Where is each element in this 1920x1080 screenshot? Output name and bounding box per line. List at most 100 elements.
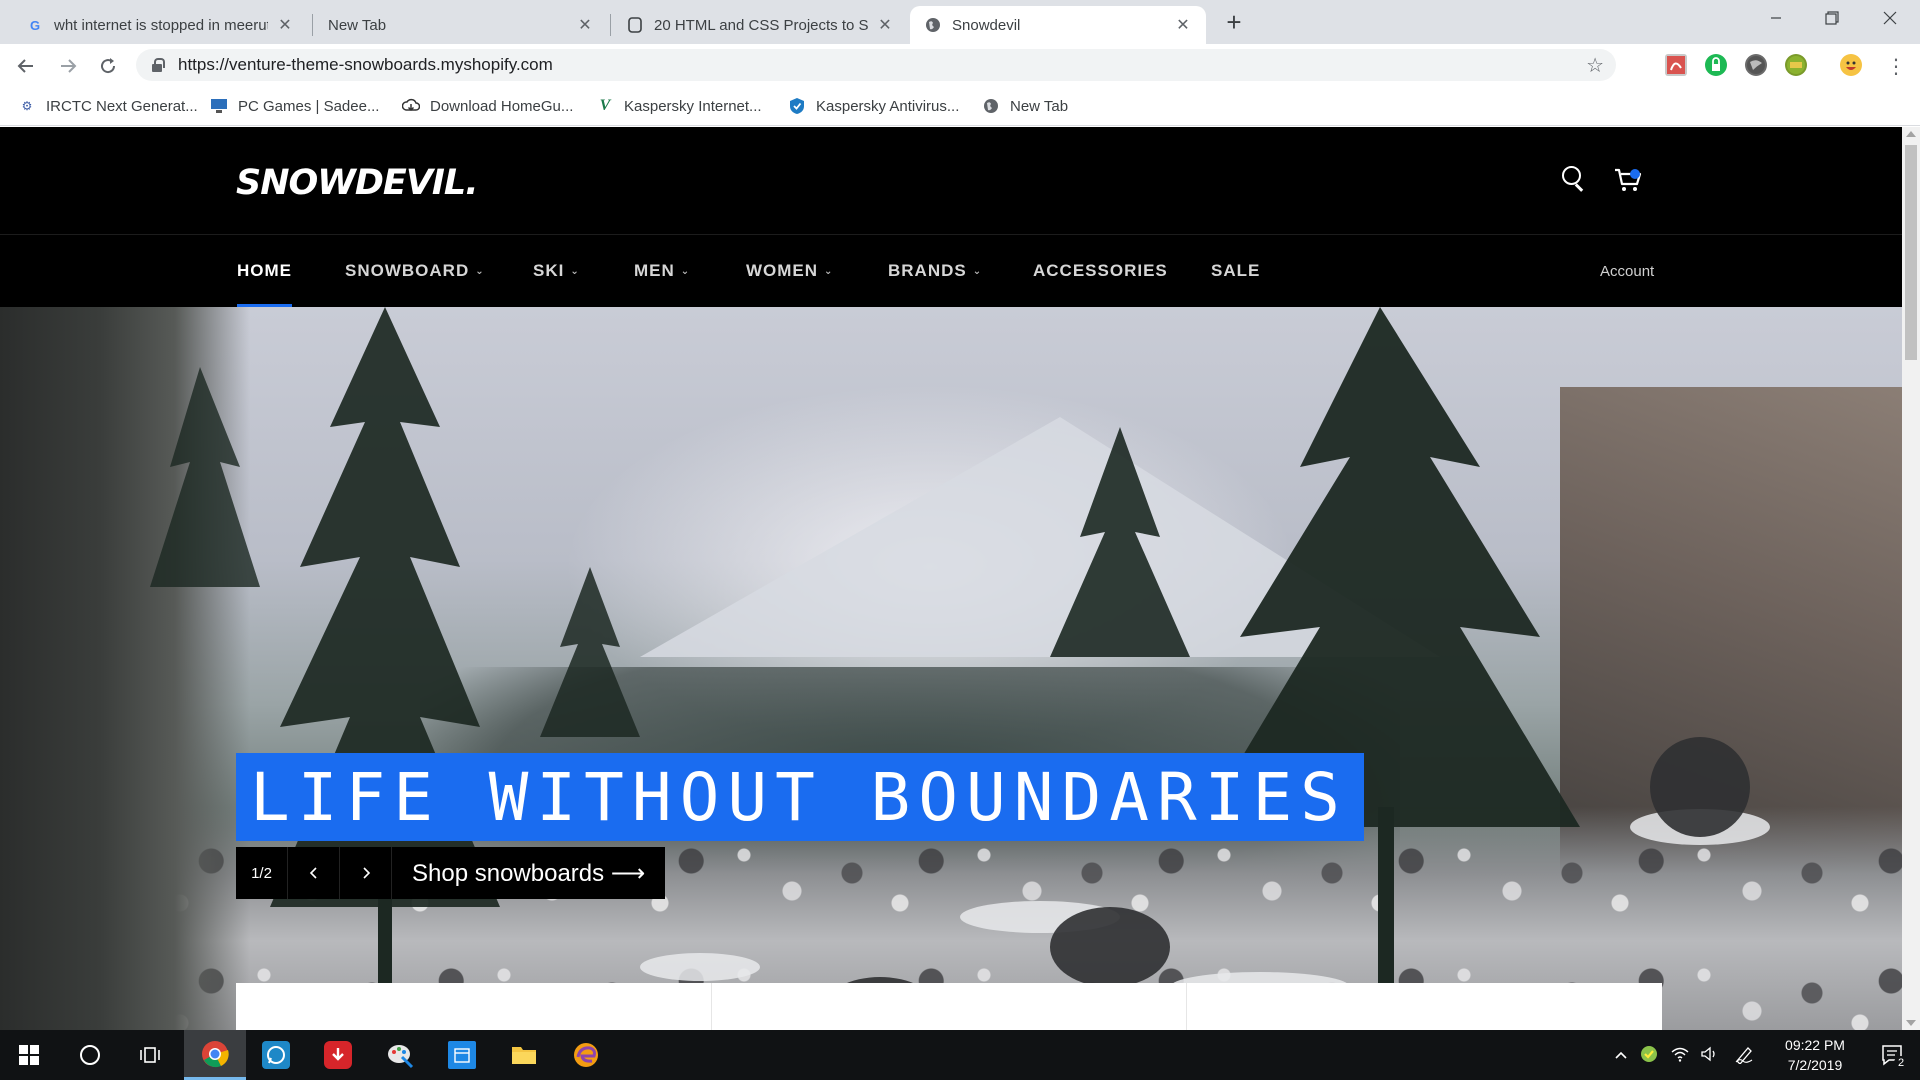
bookmark-item[interactable]: V Kaspersky Internet... <box>596 94 762 118</box>
nav-item-sale[interactable]: SALE <box>1211 235 1260 307</box>
taskbar-paint[interactable] <box>372 1030 428 1080</box>
lock-icon[interactable] <box>150 58 165 72</box>
tab-separator <box>610 14 611 36</box>
globe-icon <box>982 97 1000 115</box>
taskbar-edge-canary[interactable] <box>558 1030 614 1080</box>
hero-title-banner: LIFE WITHOUT BOUNDARIES <box>236 753 1364 841</box>
chevron-left-icon <box>309 867 317 879</box>
page-viewport: SNOWDEVIL. HOME SNOWBOARD ⌄ SKI ⌄ MEN ⌄ … <box>0 127 1902 1030</box>
bookmark-item[interactable]: Kaspersky Antivirus... <box>788 94 959 118</box>
nav-item-ski[interactable]: SKI ⌄ <box>533 235 580 307</box>
close-icon[interactable]: ✕ <box>876 16 894 34</box>
scrollbar-thumb[interactable] <box>1905 145 1917 360</box>
nav-item-label: SNOWBOARD <box>345 261 470 280</box>
browser-tab-active[interactable]: Snowdevil ✕ <box>910 6 1206 44</box>
reload-icon[interactable] <box>94 52 122 80</box>
bookmarks-bar: ⚙ IRCTC Next Generat... PC Games | Sadee… <box>0 86 1920 126</box>
nav-item-accessories[interactable]: ACCESSORIES <box>1033 235 1168 307</box>
windows-taskbar: 09:22 PM 7/2/2019 2 <box>0 1030 1920 1080</box>
taskbar-whatsapp[interactable] <box>248 1030 304 1080</box>
globe-extension-icon[interactable] <box>1745 54 1767 76</box>
money-extension-icon[interactable] <box>1785 54 1807 76</box>
url-text: https://venture-theme-snowboards.myshopi… <box>178 55 553 74</box>
edge-icon <box>574 1043 598 1067</box>
next-slide-button[interactable] <box>340 847 392 899</box>
taskbar-calendar[interactable] <box>434 1030 490 1080</box>
featured-collections-row <box>236 983 1662 1030</box>
bookmark-star-icon[interactable]: ☆ <box>1586 53 1604 78</box>
cart-count-badge <box>1630 169 1640 179</box>
chevron-down-icon: ⌄ <box>824 265 834 277</box>
notification-count-badge: 2 <box>1894 1056 1908 1070</box>
maximize-icon[interactable] <box>1804 0 1860 36</box>
browser-tab[interactable]: New Tab ✕ <box>314 6 608 44</box>
nav-item-men[interactable]: MEN ⌄ <box>634 235 690 307</box>
tab-title: wht internet is stopped in meerut <box>54 16 268 34</box>
windows-start-button[interactable] <box>0 1030 58 1080</box>
scroll-up-arrow-icon[interactable] <box>1906 131 1916 137</box>
site-logo[interactable]: SNOWDEVIL. <box>236 163 479 203</box>
tray-app-icon[interactable] <box>1640 1045 1658 1066</box>
nav-item-label: WOMEN <box>746 261 819 280</box>
hero-title: LIFE WITHOUT BOUNDARIES <box>250 758 1348 836</box>
chevron-up-icon[interactable] <box>1614 1047 1628 1063</box>
taskbar-clock[interactable]: 09:22 PM 7/2/2019 <box>1770 1035 1860 1075</box>
browser-tab[interactable]: G wht internet is stopped in meerut ✕ <box>12 6 308 44</box>
bookmark-item[interactable]: New Tab <box>982 94 1068 118</box>
bookmark-label: Download HomeGu... <box>430 97 574 115</box>
volume-icon[interactable] <box>1700 1046 1720 1065</box>
taskbar-download-manager[interactable] <box>310 1030 366 1080</box>
nav-item-brands[interactable]: BRANDS ⌄ <box>888 235 982 307</box>
new-tab-plus-icon[interactable]: + <box>1220 7 1248 37</box>
page-scrollbar[interactable] <box>1902 127 1920 1030</box>
kaspersky-v-icon: V <box>599 97 611 114</box>
monitor-icon <box>210 97 228 115</box>
bookmark-label: PC Games | Sadee... <box>238 97 380 115</box>
tab-title: New Tab <box>328 16 387 34</box>
taskbar-chrome[interactable] <box>184 1030 246 1080</box>
collection-card[interactable] <box>1187 983 1662 1030</box>
nav-item-women[interactable]: WOMEN ⌄ <box>746 235 833 307</box>
account-link[interactable]: Account <box>1600 235 1654 307</box>
browser-tab[interactable]: 20 HTML and CSS Projects to Sha ✕ <box>612 6 908 44</box>
pen-ink-icon[interactable] <box>1734 1044 1756 1067</box>
address-bar[interactable]: https://venture-theme-snowboards.myshopi… <box>136 49 1616 81</box>
scroll-down-arrow-icon[interactable] <box>1906 1020 1916 1026</box>
cloud-download-icon <box>402 97 420 115</box>
clock-time: 09:22 PM <box>1785 1037 1845 1053</box>
wifi-icon[interactable] <box>1670 1046 1690 1065</box>
tab-title: Snowdevil <box>952 16 1021 34</box>
back-arrow-icon[interactable] <box>12 52 40 80</box>
close-icon[interactable]: ✕ <box>576 16 594 34</box>
forward-arrow-icon[interactable] <box>54 52 82 80</box>
search-icon[interactable] <box>1561 165 1587 191</box>
shop-snowboards-button[interactable]: Shop snowboards ⟶ <box>392 847 666 899</box>
lock-extension-icon[interactable] <box>1705 54 1727 76</box>
cortana-search-button[interactable] <box>62 1030 118 1080</box>
bookmark-item[interactable]: Download HomeGu... <box>402 94 573 118</box>
action-center-button[interactable]: 2 <box>1864 1030 1920 1080</box>
bookmark-item[interactable]: ⚙ IRCTC Next Generat... <box>18 94 198 118</box>
task-view-button[interactable] <box>122 1030 178 1080</box>
bookmark-item[interactable]: PC Games | Sadee... <box>210 94 379 118</box>
globe-icon <box>924 16 942 34</box>
task-view-icon <box>140 1047 160 1063</box>
prev-slide-button[interactable] <box>288 847 340 899</box>
chevron-right-icon <box>362 867 370 879</box>
close-icon[interactable]: ✕ <box>1174 16 1192 34</box>
minimize-icon[interactable] <box>1748 0 1804 36</box>
chrome-menu-icon[interactable]: ⋮ <box>1884 52 1908 80</box>
cart-icon[interactable] <box>1614 167 1644 193</box>
close-window-icon[interactable] <box>1862 0 1918 36</box>
bookmark-label: New Tab <box>1010 97 1069 115</box>
browser-toolbar: https://venture-theme-snowboards.myshopi… <box>0 44 1920 86</box>
pdf-extension-icon[interactable] <box>1665 54 1687 76</box>
nav-item-snowboard[interactable]: SNOWBOARD ⌄ <box>345 235 485 307</box>
collection-card[interactable] <box>236 983 712 1030</box>
close-icon[interactable]: ✕ <box>276 16 294 34</box>
taskbar-file-explorer[interactable] <box>496 1030 552 1080</box>
windows-logo-icon <box>19 1045 39 1065</box>
nav-item-home[interactable]: HOME <box>237 235 292 307</box>
collection-card[interactable] <box>712 983 1188 1030</box>
emoji-extension-icon[interactable] <box>1840 54 1862 76</box>
